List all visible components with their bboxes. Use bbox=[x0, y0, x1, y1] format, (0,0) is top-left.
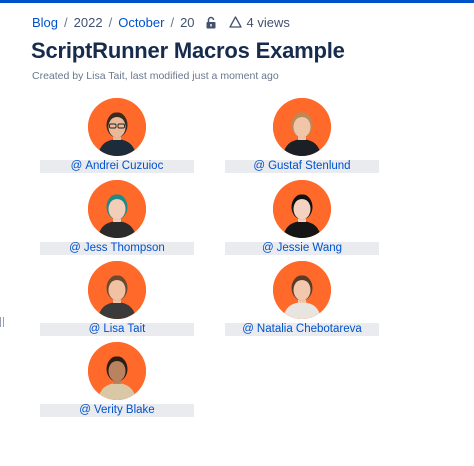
user-mention-link[interactable]: @ Jess Thompson bbox=[40, 242, 194, 255]
page-byline: Created by Lisa Tait, last modified just… bbox=[32, 70, 279, 82]
breadcrumb-separator: / bbox=[170, 14, 175, 30]
user-mention-link[interactable]: @ Jessie Wang bbox=[225, 242, 379, 255]
page-title: ScriptRunner Macros Example bbox=[31, 38, 345, 63]
profile-card: @ Verity Blake bbox=[40, 342, 194, 420]
breadcrumb-blog[interactable]: Blog bbox=[32, 15, 58, 30]
breadcrumb-separator: / bbox=[64, 14, 68, 30]
page-views[interactable]: 4 views bbox=[228, 14, 290, 30]
breadcrumb: Blog / 2022 / October / 20 4 views bbox=[32, 13, 290, 31]
profile-card: @ Jess Thompson bbox=[40, 180, 194, 258]
avatar[interactable] bbox=[273, 98, 331, 156]
profile-card: @ Andrei Cuzuioc bbox=[40, 98, 194, 176]
user-mention-link[interactable]: @ Verity Blake bbox=[40, 404, 194, 417]
breadcrumb-day[interactable]: 20 bbox=[180, 15, 194, 30]
avatar[interactable] bbox=[88, 261, 146, 319]
views-count: 4 views bbox=[246, 14, 290, 30]
breadcrumb-month[interactable]: October bbox=[118, 15, 164, 30]
profile-card: @ Natalia Chebotareva bbox=[225, 261, 379, 339]
top-accent-bar bbox=[0, 0, 474, 3]
avatar[interactable] bbox=[88, 180, 146, 238]
avatar[interactable] bbox=[88, 342, 146, 400]
breadcrumb-separator: / bbox=[108, 14, 113, 30]
profile-card: @ Jessie Wang bbox=[225, 180, 379, 258]
breadcrumb-year[interactable]: 2022 bbox=[74, 15, 103, 30]
user-mention-link[interactable]: @ Lisa Tait bbox=[40, 323, 194, 336]
user-mention-link[interactable]: @ Gustaf Stenlund bbox=[225, 160, 379, 173]
profile-card: @ Lisa Tait bbox=[40, 261, 194, 339]
avatar[interactable] bbox=[273, 180, 331, 238]
resize-handle[interactable] bbox=[0, 317, 4, 327]
user-mention-link[interactable]: @ Andrei Cuzuioc bbox=[40, 160, 194, 173]
avatar[interactable] bbox=[88, 98, 146, 156]
unlock-icon[interactable] bbox=[205, 16, 217, 29]
profile-card: @ Gustaf Stenlund bbox=[225, 98, 379, 176]
user-mention-link[interactable]: @ Natalia Chebotareva bbox=[225, 323, 379, 336]
avatar[interactable] bbox=[273, 261, 331, 319]
warning-icon bbox=[228, 16, 242, 28]
